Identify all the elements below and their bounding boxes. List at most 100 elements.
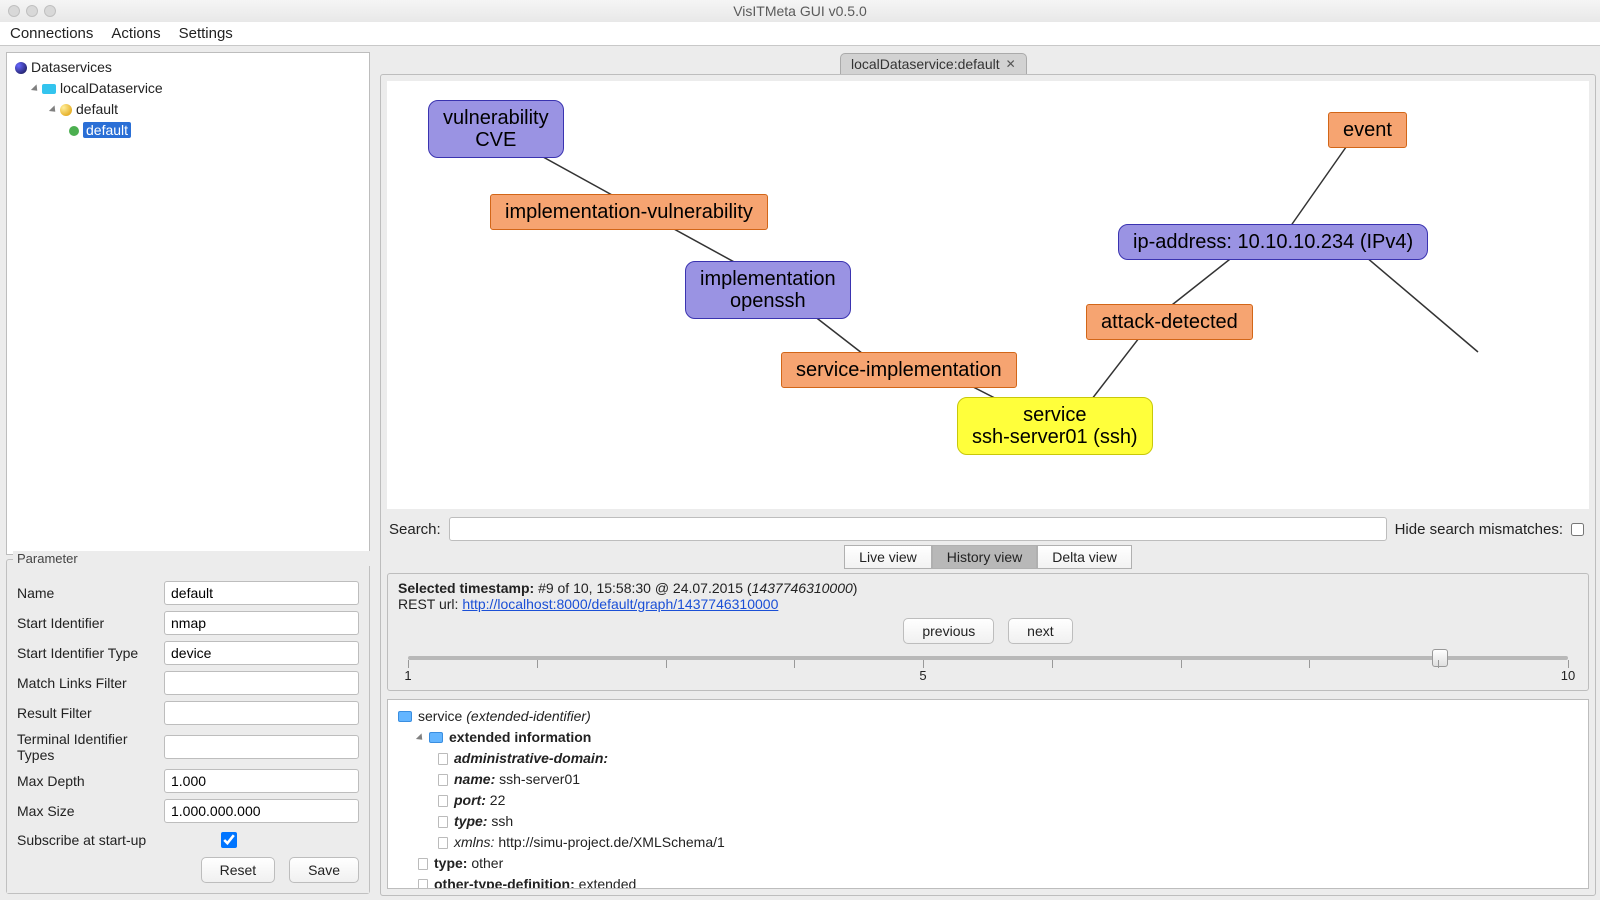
chevron-down-icon[interactable] [416,733,425,742]
rest-url-link[interactable]: http://localhost:8000/default/graph/1437… [462,596,778,612]
tree-default-inner[interactable]: default [69,120,365,141]
details-xmlns-value: http://simu-project.de/XMLSchema/1 [498,832,724,853]
param-subscribe-label: Subscribe at start-up [17,832,217,848]
details-type-label: type: [454,813,487,829]
node-impl-vuln-label: implementation-vulnerability [505,201,753,223]
node-service-impl-label: service-implementation [796,359,1002,381]
tree-default-inner-label: default [83,122,131,138]
details-name-row: name: ssh-server01 [398,769,1578,790]
graph-canvas[interactable]: vulnerability CVE implementation-vulnera… [387,81,1589,509]
param-terminal-label: Terminal Identifier Types [17,731,164,763]
details-service-row[interactable]: service (extended-identifier) [398,706,1578,727]
details-extinfo-row[interactable]: extended information [398,727,1578,748]
canvas-tab[interactable]: localDataservice:default ✕ [840,53,1027,74]
previous-button[interactable]: previous [903,618,994,644]
file-icon [438,837,448,849]
slider-mid: 5 [919,668,926,683]
tree-root[interactable]: Dataservices localDataservice default de… [15,57,365,141]
node-service-impl[interactable]: service-implementation [781,352,1017,388]
slider-max: 10 [1561,668,1575,683]
hide-mismatches-checkbox[interactable] [1571,523,1584,536]
details-port-value: 22 [490,790,506,811]
file-icon [438,753,448,765]
param-resultfilter-label: Result Filter [17,705,164,721]
service-icon [42,84,56,94]
search-label: Search: [389,521,441,538]
param-starttype-input[interactable] [164,641,359,665]
node-ip-address-label: ip-address: 10.10.10.234 (IPv4) [1133,231,1413,253]
tab-live-view[interactable]: Live view [844,545,932,569]
param-name-label: Name [17,585,164,601]
rest-url-label: REST url: [398,596,462,612]
details-tree[interactable]: service (extended-identifier) extended i… [387,699,1589,889]
node-ip-address[interactable]: ip-address: 10.10.10.234 (IPv4) [1118,224,1428,260]
details-xmlns-label: xmlns: [454,832,494,853]
close-tab-icon[interactable]: ✕ [1006,57,1016,71]
param-maxdepth-label: Max Depth [17,773,164,789]
node-event-label: event [1343,119,1392,141]
folder-icon [429,732,443,743]
tree-default[interactable]: default default [51,99,365,141]
details-type-row: type: ssh [398,811,1578,832]
node-service[interactable]: service ssh-server01 (ssh) [957,397,1153,455]
chevron-down-icon[interactable] [31,84,40,93]
reset-button[interactable]: Reset [201,857,276,883]
zoom-icon[interactable] [44,5,56,17]
search-row: Search: Hide search mismatches: [381,515,1595,543]
parameter-legend: Parameter [13,551,375,566]
tab-history-view[interactable]: History view [932,545,1037,569]
param-startid-label: Start Identifier [17,615,164,631]
active-icon [69,126,79,136]
slider-min: 1 [404,668,411,683]
param-subscribe-checkbox[interactable] [221,832,237,848]
node-vulnerability-line1: vulnerability [443,107,549,129]
param-matchlinks-label: Match Links Filter [17,675,164,691]
param-resultfilter-input[interactable] [164,701,359,725]
details-toptype-value: other [471,853,503,874]
details-type-value: ssh [491,811,513,832]
tree-local[interactable]: localDataservice default default [33,78,365,141]
minimize-icon[interactable] [26,5,38,17]
db-icon [60,104,72,116]
search-input[interactable] [449,517,1387,541]
selected-timestamp-value: #9 of 10, 15:58:30 @ 24.07.2015 ( [538,580,752,596]
menu-settings[interactable]: Settings [179,25,233,42]
window-title: VisITMeta GUI v0.5.0 [8,3,1592,19]
next-button[interactable]: next [1008,618,1072,644]
param-maxsize-input[interactable] [164,799,359,823]
canvas-tabbar: localDataservice:default ✕ [380,50,1596,74]
dataservices-tree[interactable]: Dataservices localDataservice default de… [6,52,370,555]
param-terminal-input[interactable] [164,735,359,759]
node-implementation-line1: implementation [700,268,836,290]
chevron-down-icon[interactable] [49,105,58,114]
file-icon [438,816,448,828]
close-icon[interactable] [8,5,20,17]
menu-connections[interactable]: Connections [10,25,93,42]
node-attack-detected[interactable]: attack-detected [1086,304,1253,340]
tree-root-label: Dataservices [31,59,112,75]
selected-timestamp-close: ) [853,580,858,596]
menu-actions[interactable]: Actions [111,25,160,42]
param-matchlinks-input[interactable] [164,671,359,695]
menubar: Connections Actions Settings [0,22,1600,46]
save-button[interactable]: Save [289,857,359,883]
node-impl-vuln[interactable]: implementation-vulnerability [490,194,768,230]
node-event[interactable]: event [1328,112,1407,148]
selected-timestamp-label: Selected timestamp: [398,580,534,596]
details-name-value: ssh-server01 [499,769,580,790]
param-name-input[interactable] [164,581,359,605]
file-icon [438,795,448,807]
timeline-slider[interactable]: 1 5 10 [408,656,1568,684]
node-implementation[interactable]: implementation openssh [685,261,851,319]
window-controls[interactable] [8,5,56,17]
param-startid-input[interactable] [164,611,359,635]
hide-mismatches-label: Hide search mismatches: [1395,521,1563,538]
details-port-row: port: 22 [398,790,1578,811]
tab-delta-view[interactable]: Delta view [1037,545,1132,569]
parameter-panel: Parameter Name Start Identifier Start Id… [6,559,370,894]
details-otd-label: other-type-definition: [434,874,575,889]
param-maxdepth-input[interactable] [164,769,359,793]
details-xmlns-row: xmlns: http://simu-project.de/XMLSchema/… [398,832,1578,853]
history-info-panel: Selected timestamp: #9 of 10, 15:58:30 @… [387,573,1589,691]
node-vulnerability[interactable]: vulnerability CVE [428,100,564,158]
